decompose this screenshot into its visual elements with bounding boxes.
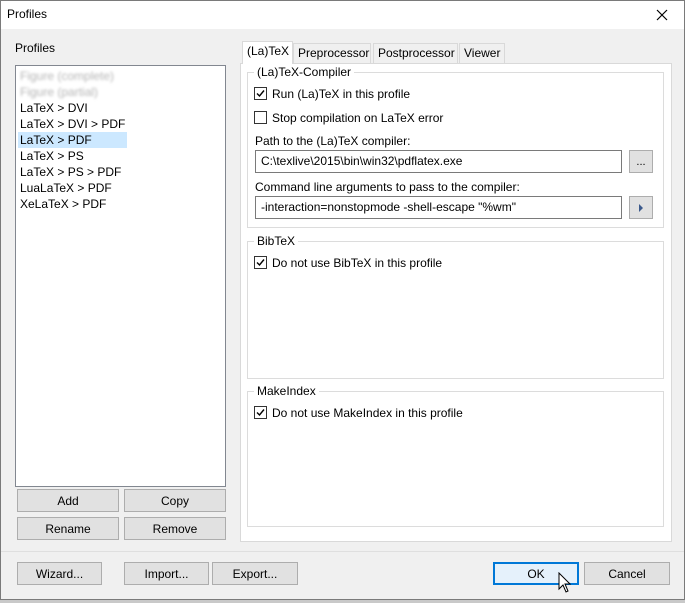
profiles-list[interactable]: Figure (complete) Figure (partial) LaTeX…: [15, 65, 226, 487]
run-latex-label: Run (La)TeX in this profile: [272, 87, 411, 101]
title-bar: Profiles: [1, 1, 684, 29]
checkmark-icon: [256, 90, 265, 98]
list-item-blurred-1[interactable]: Figure (complete): [18, 68, 127, 84]
list-item[interactable]: LaTeX > DVI: [18, 100, 127, 116]
compiler-args-input[interactable]: -interaction=nonstopmode -shell-escape "…: [255, 196, 622, 219]
copy-button[interactable]: Copy: [124, 489, 226, 512]
list-item[interactable]: LuaLaTeX > PDF: [18, 180, 127, 196]
latex-compiler-group: (La)TeX-Compiler Run (La)TeX in this pro…: [247, 65, 664, 228]
tab-latex[interactable]: (La)TeX: [242, 41, 293, 64]
no-bibtex-checkbox[interactable]: [254, 256, 267, 269]
stop-on-error-checkbox[interactable]: [254, 111, 267, 124]
add-button[interactable]: Add: [17, 489, 119, 512]
list-item[interactable]: LaTeX > PS: [18, 148, 127, 164]
bibtex-legend: BibTeX: [254, 234, 299, 248]
makeindex-legend: MakeIndex: [254, 384, 319, 398]
profiles-label: Profiles: [15, 41, 56, 55]
close-icon: [656, 9, 668, 21]
latex-tab-panel: (La)TeX-Compiler Run (La)TeX in this pro…: [240, 63, 672, 542]
profiles-dialog: Profiles Profiles Figure (complete) Figu…: [0, 0, 685, 600]
cancel-button[interactable]: Cancel: [584, 562, 670, 585]
no-makeindex-label: Do not use MakeIndex in this profile: [272, 406, 463, 420]
wizard-button[interactable]: Wizard...: [17, 562, 102, 585]
bibtex-group: BibTeX Do not use BibTeX in this profile: [247, 234, 664, 379]
list-item[interactable]: LaTeX > DVI > PDF: [18, 116, 127, 132]
export-button[interactable]: Export...: [212, 562, 298, 585]
footer-separator: [1, 551, 684, 552]
makeindex-group: MakeIndex Do not use MakeIndex in this p…: [247, 384, 664, 527]
tab-postprocessor[interactable]: Postprocessor: [373, 43, 458, 63]
arrow-right-icon: [639, 203, 643, 212]
compiler-path-label: Path to the (La)TeX compiler:: [255, 134, 411, 148]
import-button[interactable]: Import...: [124, 562, 209, 585]
checkmark-icon: [256, 259, 265, 267]
window-title: Profiles: [7, 7, 48, 21]
list-item[interactable]: LaTeX > PS > PDF: [18, 164, 127, 180]
close-button[interactable]: [640, 1, 684, 29]
stop-on-error-label: Stop compilation on LaTeX error: [272, 111, 444, 125]
rename-button[interactable]: Rename: [17, 517, 119, 540]
tab-preprocessor[interactable]: Preprocessor: [293, 43, 371, 63]
list-item-selected[interactable]: LaTeX > PDF: [18, 132, 127, 148]
remove-button[interactable]: Remove: [124, 517, 226, 540]
list-item[interactable]: XeLaTeX > PDF: [18, 196, 127, 212]
insert-placeholder-button[interactable]: [629, 196, 653, 219]
mouse-pointer-icon: [558, 572, 572, 593]
run-latex-checkbox[interactable]: [254, 87, 267, 100]
no-makeindex-checkbox[interactable]: [254, 406, 267, 419]
compiler-path-input[interactable]: C:\texlive\2015\bin\win32\pdflatex.exe: [255, 150, 622, 173]
no-bibtex-label: Do not use BibTeX in this profile: [272, 256, 443, 270]
list-item-blurred-2[interactable]: Figure (partial): [18, 84, 127, 100]
tab-viewer[interactable]: Viewer: [459, 43, 505, 63]
browse-button[interactable]: ...: [629, 150, 653, 173]
checkmark-icon: [256, 409, 265, 417]
latex-compiler-legend: (La)TeX-Compiler: [254, 65, 355, 79]
compiler-args-label: Command line arguments to pass to the co…: [255, 180, 520, 194]
